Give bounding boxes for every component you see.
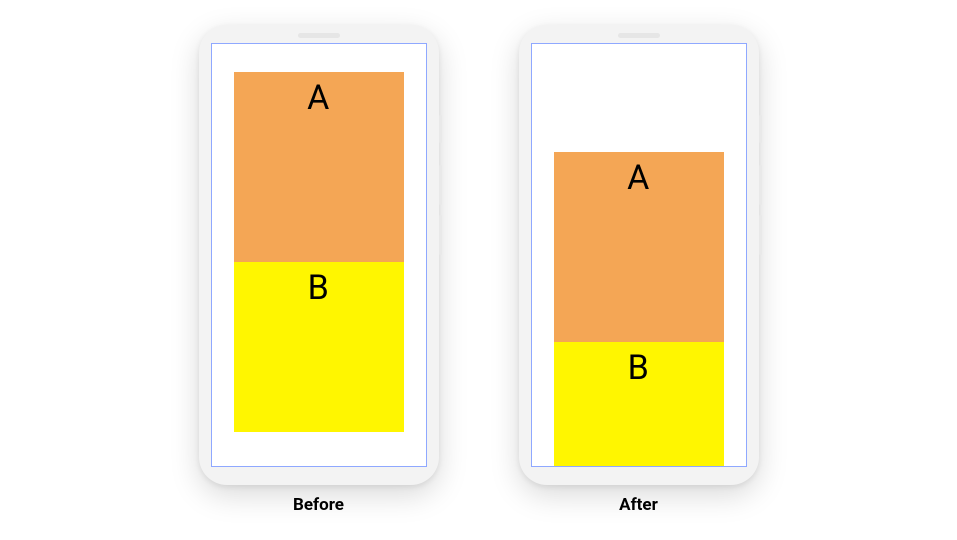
phone-screen: A B [531,43,747,467]
block-a: A [234,72,404,262]
phone-frame: A B [519,25,759,485]
block-a: A [554,152,724,342]
phone-unit-before: A B Before [199,25,439,515]
phone-label: Before [293,495,344,515]
phone-label: After [619,495,658,515]
phone-speaker [298,33,340,38]
phone-frame: A B [199,25,439,485]
phone-side-button [759,215,762,255]
phone-side-button [759,165,762,205]
phone-screen: A B [211,43,427,467]
phone-unit-after: A B After [519,25,759,515]
phone-side-button [439,165,442,205]
diagram-stage: A B Before A B After [199,25,759,515]
block-b: B [234,262,404,432]
phone-side-button [439,215,442,255]
block-b: B [554,342,724,467]
phone-side-button [439,115,442,143]
phone-side-button [759,115,762,143]
phone-speaker [618,33,660,38]
